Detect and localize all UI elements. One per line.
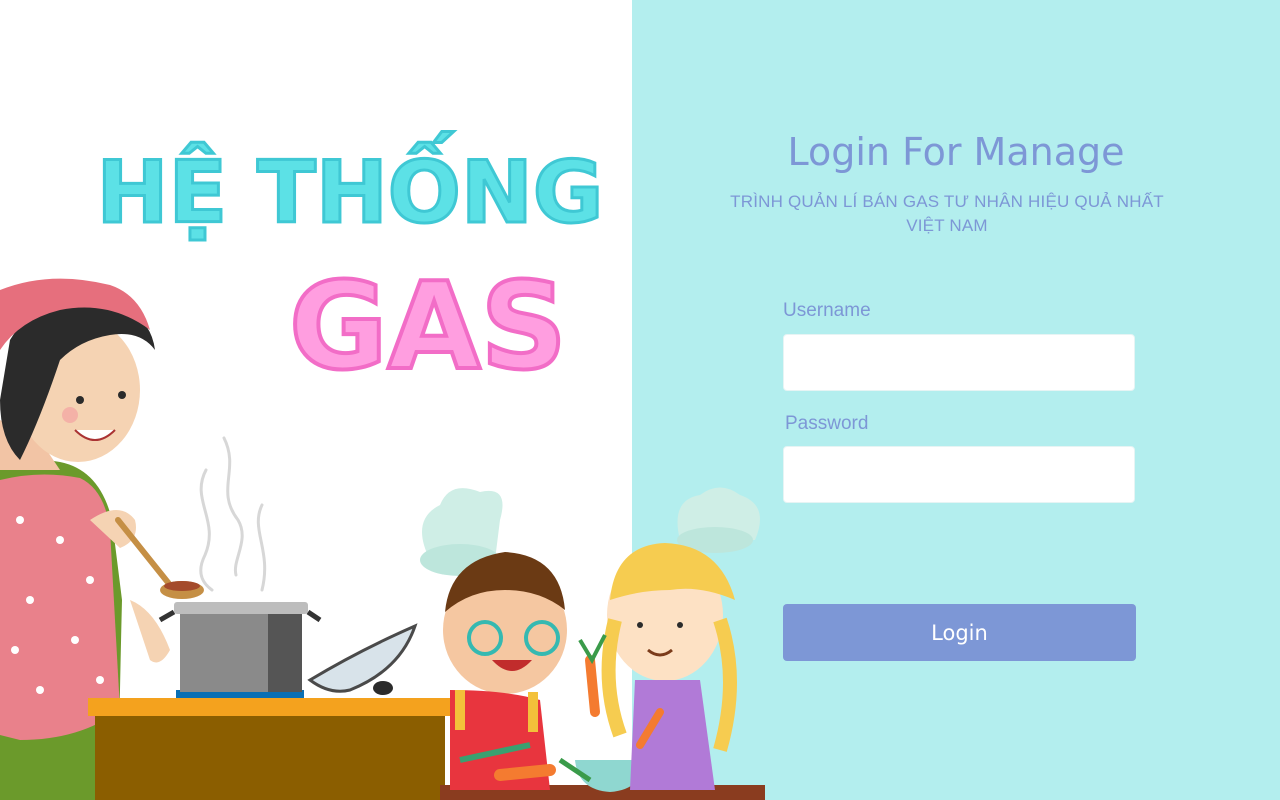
ladle-icon [115,517,204,599]
steam-icon [199,436,267,592]
brand-title-line2: GAS [289,258,567,397]
password-input[interactable] [783,446,1135,503]
pot-lid-icon [307,623,418,695]
brand-title-line1: HỆ THỐNG [97,131,604,243]
password-label: Password [785,413,869,434]
cooking-illustration: HỆ THỐNG GAS [0,130,765,800]
girl-chef-figure [578,487,760,790]
username-input[interactable] [783,334,1135,391]
cooking-pot-icon [158,602,322,698]
login-button[interactable]: Login [783,604,1136,661]
username-label: Username [783,300,871,321]
login-subtitle: TRÌNH QUẢN LÍ BÁN GAS TƯ NHÂN HIỆU QUẢ N… [730,192,1164,235]
